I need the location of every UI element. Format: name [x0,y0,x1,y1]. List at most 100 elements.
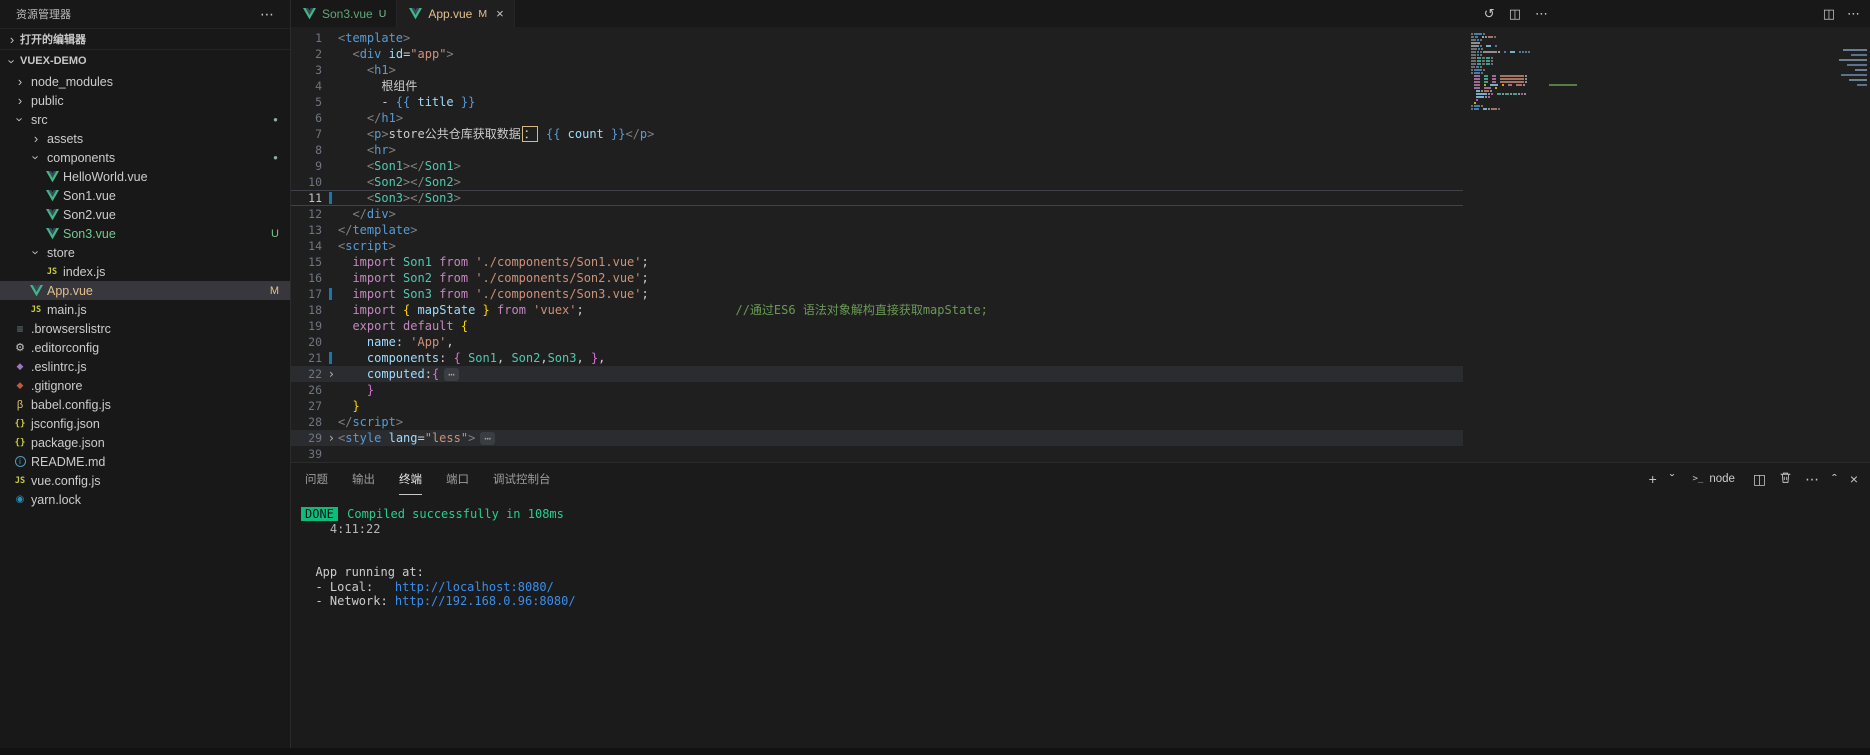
explorer-tree: › node_modules › public › src ● › assets › compone… [0,72,290,755]
code-line-22[interactable]: 22 › computed:{⋯ [291,366,1463,382]
folded-code-ellipsis[interactable]: ⋯ [444,368,459,381]
code-line-14[interactable]: 14 <script> [291,238,1463,254]
code-line-2[interactable]: 2 <div id="app"> [291,46,1463,62]
tree-item-Son1.vue[interactable]: Son1.vue [0,186,290,205]
code-line-13[interactable]: 13 </template> [291,222,1463,238]
code-line-27[interactable]: 27 } [291,398,1463,414]
tree-item-.browserslistrc[interactable]: ≡ .browserslistrc [0,319,290,338]
line-gutter: 9 [291,158,338,174]
tree-item-README.md[interactable]: i README.md [0,452,290,471]
code-line-4[interactable]: 4 根组件 [291,78,1463,94]
code-line-21[interactable]: 21 components: { Son1, Son2,Son3, }, [291,350,1463,366]
tree-item-components[interactable]: › components ● [0,148,290,167]
code-line-17[interactable]: 17 import Son3 from './components/Son3.v… [291,286,1463,302]
tree-item-.editorconfig[interactable]: ⚙ .editorconfig [0,338,290,357]
code-line-9[interactable]: 9 <Son1></Son1> [291,158,1463,174]
tree-item-vue.config.js[interactable]: JS vue.config.js [0,471,290,490]
editor-more-actions-icon[interactable]: ⋯ [1535,7,1548,20]
line-gutter: 18 [291,302,338,318]
tree-item-assets[interactable]: › assets [0,129,290,148]
tree-item-node_modules[interactable]: › node_modules [0,72,290,91]
tree-item-jsconfig.json[interactable]: {} jsconfig.json [0,414,290,433]
explorer-more-icon[interactable]: ⋯ [260,6,274,23]
new-terminal-button[interactable]: + [1649,472,1657,486]
minimap[interactable] [1471,33,1577,114]
tab-App.vue[interactable]: App.vue M × [397,0,515,27]
tree-item-package.json[interactable]: {} package.json [0,433,290,452]
tab-bar: Son3.vue U App.vue M × ↺ ◫ ⋯ ◫ ⋯ [291,0,1870,27]
tree-item-store[interactable]: › store [0,243,290,262]
code-line-26[interactable]: 26 } [291,382,1463,398]
corner-split-editor-icon[interactable]: ◫ [1823,7,1835,20]
tree-item-babel.config.js[interactable]: β babel.config.js [0,395,290,414]
file-label: index.js [63,264,106,279]
line-number: 7 [315,127,322,141]
tree-item-yarn.lock[interactable]: ◉ yarn.lock [0,490,290,509]
code-line-11[interactable]: 11 <Son3></Son3> [291,190,1463,206]
code-line-18[interactable]: 18 import { mapState } from 'vuex'; //通过… [291,302,1463,318]
code-line-19[interactable]: 19 export default { [291,318,1463,334]
split-terminal-button[interactable]: ◫ [1753,472,1766,486]
code-line-16[interactable]: 16 import Son2 from './components/Son2.v… [291,270,1463,286]
code-line-20[interactable]: 20 name: 'App', [291,334,1463,350]
tree-item-HelloWorld.vue[interactable]: HelloWorld.vue [0,167,290,186]
code-line-39[interactable]: 39 [291,446,1463,462]
line-gutter: 4 [291,78,338,94]
code-line-28[interactable]: 28 </script> [291,414,1463,430]
panel-tab-问题[interactable]: 问题 [305,463,328,495]
terminal-profile-dropdown[interactable]: ˇ [1670,472,1675,486]
kill-terminal-button[interactable] [1779,471,1792,488]
code-line-5[interactable]: 5 - {{ title }} [291,94,1463,110]
terminal-link[interactable]: http://localhost:8080/ [395,580,554,594]
line-number: 13 [308,223,322,237]
close-panel-button[interactable]: × [1850,472,1858,486]
fold-chevron-icon[interactable]: › [328,430,335,446]
gear-icon: ⚙ [15,342,25,354]
terminal-link[interactable]: http://192.168.0.96:8080/ [395,594,576,608]
panel-tab-输出[interactable]: 输出 [352,463,375,495]
tree-item-src[interactable]: › src ● [0,110,290,129]
code-line-3[interactable]: 3 <h1> [291,62,1463,78]
split-editor-icon[interactable]: ◫ [1509,7,1521,20]
tree-item-Son2.vue[interactable]: Son2.vue [0,205,290,224]
folded-code-ellipsis[interactable]: ⋯ [480,432,495,445]
corner-more-actions-icon[interactable]: ⋯ [1847,7,1860,20]
code-text: <script> [338,239,396,253]
panel-tab-终端[interactable]: 终端 [399,463,422,495]
tab-Son3.vue[interactable]: Son3.vue U [291,0,398,27]
terminal-output[interactable]: DONE Compiled successfully in 108ms 4:11… [291,495,1870,609]
close-icon[interactable]: × [496,6,504,21]
code-line-12[interactable]: 12 </div> [291,206,1463,222]
code-line-10[interactable]: 10 <Son2></Son2> [291,174,1463,190]
panel-more-actions-button[interactable]: ⋯ [1805,472,1819,486]
code-line-7[interactable]: 7 <p>store公共仓库获取数据： {{ count }}</p> [291,126,1463,142]
file-label: node_modules [31,74,114,89]
tree-item-.eslintrc.js[interactable]: ◆ .eslintrc.js [0,357,290,376]
tree-item-App.vue[interactable]: App.vue M [0,281,290,300]
project-label: VUEX-DEMO [20,55,87,67]
open-editors-section[interactable]: › 打开的编辑器 [0,28,290,50]
line-number: 22 [308,367,322,381]
code-line-1[interactable]: 1 <template> [291,30,1463,46]
tabs: Son3.vue U App.vue M × [291,0,515,27]
file-label: Son1.vue [63,188,116,203]
tree-item-Son3.vue[interactable]: Son3.vue U [0,224,290,243]
code-editor[interactable]: 1 <template> 2 <div id="app"> 3 <h1> 4 根组件 5 … [291,27,1870,462]
code-line-8[interactable]: 8 <hr> [291,142,1463,158]
tree-item-index.js[interactable]: JS index.js [0,262,290,281]
panel-tab-端口[interactable]: 端口 [446,463,469,495]
maximize-panel-button[interactable]: ˆ [1832,472,1837,486]
line-gutter: 13 [291,222,338,238]
tree-item-.gitignore[interactable]: ◆ .gitignore [0,376,290,395]
code-line-29[interactable]: 29 › <style lang="less"> ⋯ [291,430,1463,446]
tree-item-main.js[interactable]: JS main.js [0,300,290,319]
code-line-6[interactable]: 6 </h1> [291,110,1463,126]
tree-item-public[interactable]: › public [0,91,290,110]
terminal-instance-node[interactable]: >_ node [1687,471,1739,487]
code-line-15[interactable]: 15 import Son1 from './components/Son1.v… [291,254,1463,270]
panel-tab-调试控制台[interactable]: 调试控制台 [493,463,551,495]
timeline-icon[interactable]: ↺ [1484,7,1495,20]
project-section[interactable]: › VUEX-DEMO [0,50,290,72]
fold-chevron-icon[interactable]: › [328,366,335,382]
